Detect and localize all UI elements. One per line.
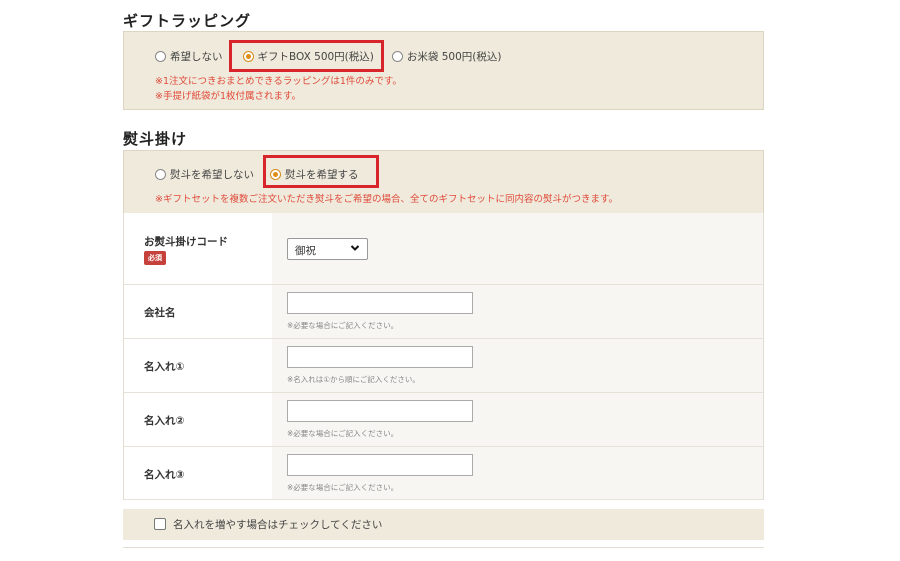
company-label: 会社名: [144, 307, 176, 319]
label-cell: 名入れ①: [124, 339, 272, 392]
add-names-checkbox[interactable]: [154, 518, 166, 530]
label-cell: 名入れ③: [124, 447, 272, 499]
radio-unchecked-icon[interactable]: [155, 51, 166, 62]
noshi-form-table: お熨斗掛けコード 必須 御祝 会社名 ※必要な場合にご記入ください。 名入れ① …: [123, 213, 764, 500]
label-cell: 名入れ②: [124, 393, 272, 446]
value-cell: ※必要な場合にご記入ください。: [272, 447, 763, 499]
add-names-row[interactable]: 名入れを増やす場合はチェックしてください: [123, 509, 764, 540]
highlight-gift-box: [229, 40, 384, 72]
gift-option-label: お米袋 500円(税込): [406, 51, 502, 63]
noshi-title: 熨斗掛け: [123, 130, 188, 148]
form-row-name2: 名入れ② ※必要な場合にご記入ください。: [124, 393, 763, 447]
radio-unchecked-icon[interactable]: [155, 169, 166, 180]
noshi-panel: 熨斗を希望しない 熨斗を希望する ※ギフトセットを複数ご注文いただき熨斗をご希望…: [123, 150, 764, 214]
required-badge: 必須: [144, 251, 166, 265]
value-cell: ※名入れは①から順にご記入ください。: [272, 339, 763, 392]
noshi-option-label: 熨斗を希望しない: [170, 169, 254, 181]
name2-hint: ※必要な場合にご記入ください。: [287, 429, 399, 438]
name3-input[interactable]: [287, 454, 473, 476]
gift-option-none[interactable]: 希望しない: [155, 49, 223, 64]
name3-label: 名入れ③: [144, 469, 185, 481]
name1-label: 名入れ①: [144, 361, 185, 373]
chevron-down-icon: [350, 245, 360, 251]
company-input[interactable]: [287, 292, 473, 314]
name2-label: 名入れ②: [144, 415, 185, 427]
name1-hint: ※名入れは①から順にご記入ください。: [287, 375, 420, 384]
name2-input[interactable]: [287, 400, 473, 422]
form-row-name1: 名入れ① ※名入れは①から順にご記入ください。: [124, 339, 763, 393]
form-row-name3: 名入れ③ ※必要な場合にご記入ください。: [124, 447, 763, 500]
add-names-label: 名入れを増やす場合はチェックしてください: [173, 519, 383, 531]
gift-option-rice-bag[interactable]: お米袋 500円(税込): [391, 49, 502, 64]
highlight-noshi-yes: [263, 155, 379, 188]
value-cell: 御祝: [272, 213, 763, 284]
form-row-noshi-code: お熨斗掛けコード 必須 御祝: [124, 213, 763, 285]
label-cell: 会社名: [124, 285, 272, 338]
noshi-note: ※ギフトセットを複数ご注文いただき熨斗をご希望の場合、全てのギフトセットに同内容…: [155, 194, 619, 205]
form-row-company: 会社名 ※必要な場合にご記入ください。: [124, 285, 763, 339]
noshi-code-selected: 御祝: [295, 245, 316, 257]
noshi-code-select[interactable]: 御祝: [287, 238, 368, 260]
value-cell: ※必要な場合にご記入ください。: [272, 393, 763, 446]
label-cell: お熨斗掛けコード 必須: [124, 213, 272, 284]
company-hint: ※必要な場合にご記入ください。: [287, 321, 399, 330]
gift-wrapping-title: ギフトラッピング: [123, 12, 252, 30]
bottom-divider: [123, 547, 764, 548]
value-cell: ※必要な場合にご記入ください。: [272, 285, 763, 338]
gift-note-2: ※手提げ紙袋が1枚付属されます。: [155, 91, 302, 102]
name1-input[interactable]: [287, 346, 473, 368]
gift-option-label: 希望しない: [170, 51, 223, 63]
radio-unchecked-icon[interactable]: [391, 51, 403, 62]
noshi-code-label: お熨斗掛けコード: [144, 236, 228, 248]
gift-note-1: ※1注文につきおまとめできるラッピングは1件のみです。: [155, 76, 402, 87]
noshi-option-no[interactable]: 熨斗を希望しない: [155, 167, 254, 182]
name3-hint: ※必要な場合にご記入ください。: [287, 483, 399, 492]
gift-wrapping-panel: 希望しない ギフトBOX 500円(税込) お米袋 500円(税込) ※1注文に…: [123, 31, 764, 110]
